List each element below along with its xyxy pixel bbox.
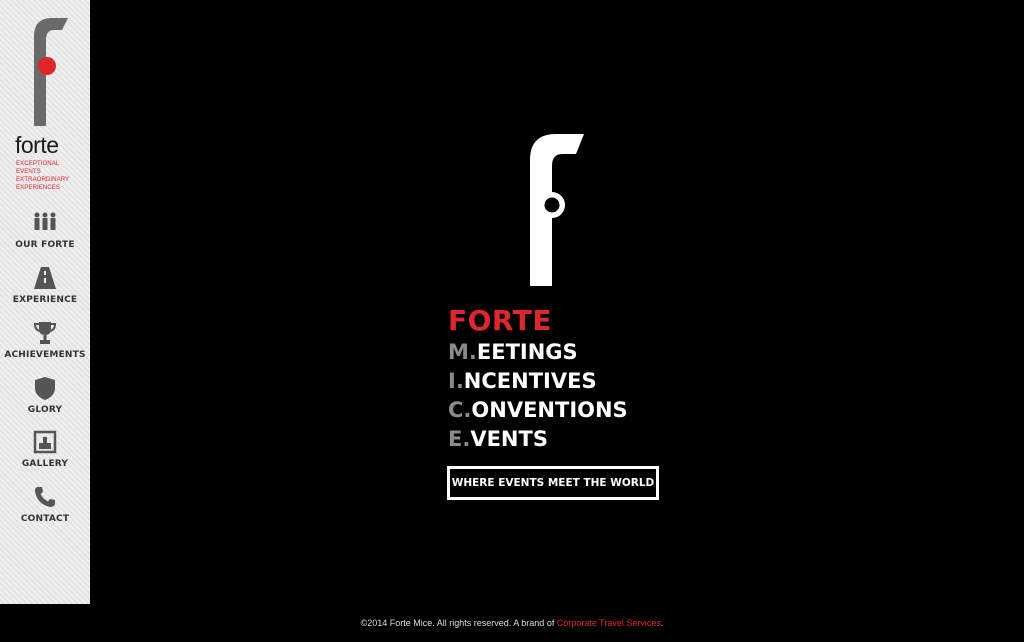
- mice-word: EETINGS: [476, 340, 578, 364]
- corporate-travel-link[interactable]: Corporate Travel Services: [557, 618, 661, 628]
- tagline-button[interactable]: WHERE EVENTS MEET THE WORLD: [447, 466, 659, 500]
- nav-item-gallery[interactable]: GALLERY: [0, 429, 90, 479]
- trophy-icon: [33, 322, 57, 344]
- mice-initial: C.: [448, 398, 472, 422]
- nav-item-our-forte[interactable]: OUR FORTE: [0, 210, 90, 260]
- mice-heading: FORTE M.EETINGS I.NCENTIVES C.ONVENTIONS…: [448, 304, 628, 454]
- mice-word: NCENTIVES: [463, 369, 597, 393]
- tagline-line: EXCEPTIONAL: [16, 160, 60, 167]
- nav-label: GALLERY: [21, 459, 69, 469]
- mice-initial: I.: [448, 369, 464, 393]
- phone-icon: [35, 487, 55, 507]
- gallery-icon: [33, 430, 57, 454]
- nav-label: CONTACT: [20, 514, 70, 524]
- tagline-line: EVENTS: [16, 168, 41, 175]
- nav-label: GLORY: [27, 405, 63, 415]
- nav-label: EXPERIENCE: [12, 295, 78, 305]
- mice-line-incentives: I.NCENTIVES: [448, 367, 628, 396]
- people-icon: [34, 212, 56, 230]
- footer: ©2014 Forte Mice. All rights reserved. A…: [0, 618, 1024, 628]
- copyright-text: ©2014 Forte Mice. All rights reserved. A…: [360, 618, 557, 628]
- mice-line-conventions: C.ONVENTIONS: [448, 396, 628, 425]
- footer-period: .: [660, 618, 664, 628]
- nav-item-achievements[interactable]: ACHIEVEMENTS: [0, 320, 90, 370]
- shield-icon: [35, 377, 55, 400]
- nav-item-glory[interactable]: GLORY: [0, 375, 90, 425]
- sidebar: forte EXCEPTIONAL EVENTS EXTRAORDINARY E…: [0, 0, 90, 604]
- road-icon: [34, 267, 56, 289]
- mice-word: ONVENTIONS: [471, 398, 628, 422]
- forte-logo-icon[interactable]: [24, 14, 74, 126]
- mice-line-events: E.VENTS: [448, 425, 628, 454]
- nav-item-experience[interactable]: EXPERIENCE: [0, 265, 90, 315]
- tagline-line: EXTRAORDINARY: [16, 176, 70, 183]
- nav-label: OUR FORTE: [15, 240, 75, 250]
- tagline-line: EXPERIENCES: [16, 184, 61, 191]
- mice-line-meetings: M.EETINGS: [448, 338, 628, 367]
- forte-hero-logo-icon: [530, 134, 584, 286]
- nav-item-contact[interactable]: CONTACT: [0, 484, 90, 534]
- nav-label: ACHIEVEMENTS: [4, 350, 86, 360]
- mice-initial: M.: [448, 340, 477, 364]
- mice-initial: E.: [448, 427, 471, 451]
- mice-word: VENTS: [470, 427, 548, 451]
- brand-tagline: EXCEPTIONAL EVENTS EXTRAORDINARY EXPERIE…: [16, 160, 88, 192]
- page-title: FORTE: [448, 304, 552, 337]
- brand-name: forte: [15, 132, 59, 158]
